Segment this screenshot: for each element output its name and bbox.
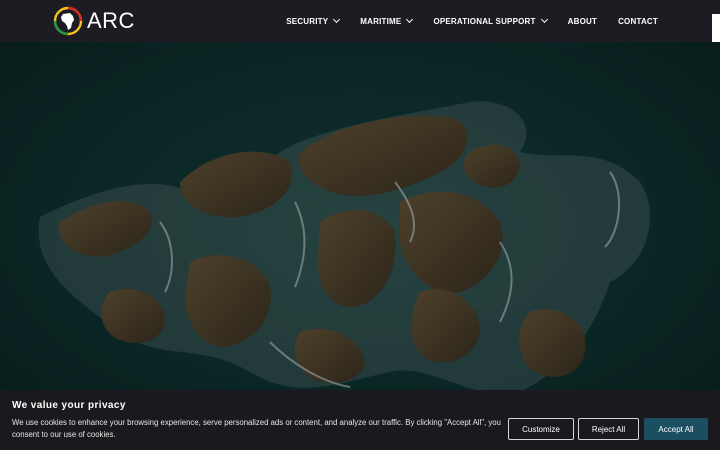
nav-operational-support[interactable]: OPERATIONAL SUPPORT (433, 15, 548, 26)
scrollbar-edge (712, 14, 720, 42)
chevron-down-icon (540, 15, 548, 24)
site-logo[interactable]: ARC (53, 5, 135, 37)
nav-maritime[interactable]: MARITIME (360, 15, 414, 26)
cookie-banner-title: We value your privacy (12, 400, 126, 411)
reject-all-button[interactable]: Reject All (578, 418, 639, 440)
cookie-banner-text: We use cookies to enhance your browsing … (12, 418, 501, 439)
nav-operational-support-label: OPERATIONAL SUPPORT (433, 16, 536, 26)
nav-security[interactable]: SECURITY (286, 15, 341, 26)
nav-security-label: SECURITY (286, 16, 329, 26)
nav-contact-label: CONTACT (618, 16, 658, 26)
main-nav: SECURITY MARITIME OPERATIONAL SUPPORT AB… (286, 0, 658, 42)
nav-maritime-label: MARITIME (360, 16, 402, 26)
chevron-down-icon (333, 15, 341, 24)
accept-all-button[interactable]: Accept All (644, 418, 708, 440)
nav-contact[interactable]: CONTACT (618, 17, 658, 26)
customize-button[interactable]: Customize (508, 418, 574, 440)
nav-about-label: ABOUT (567, 16, 598, 26)
aerial-coastline-photo-icon (0, 42, 720, 450)
nav-about[interactable]: ABOUT (568, 17, 597, 26)
hero-image (0, 42, 720, 450)
site-header: ARC SECURITY MARITIME OPERATIONAL SUPPOR… (0, 0, 720, 42)
africa-globe-logo-icon (53, 6, 83, 36)
logo-text: ARC (87, 8, 135, 33)
chevron-down-icon (406, 15, 414, 24)
